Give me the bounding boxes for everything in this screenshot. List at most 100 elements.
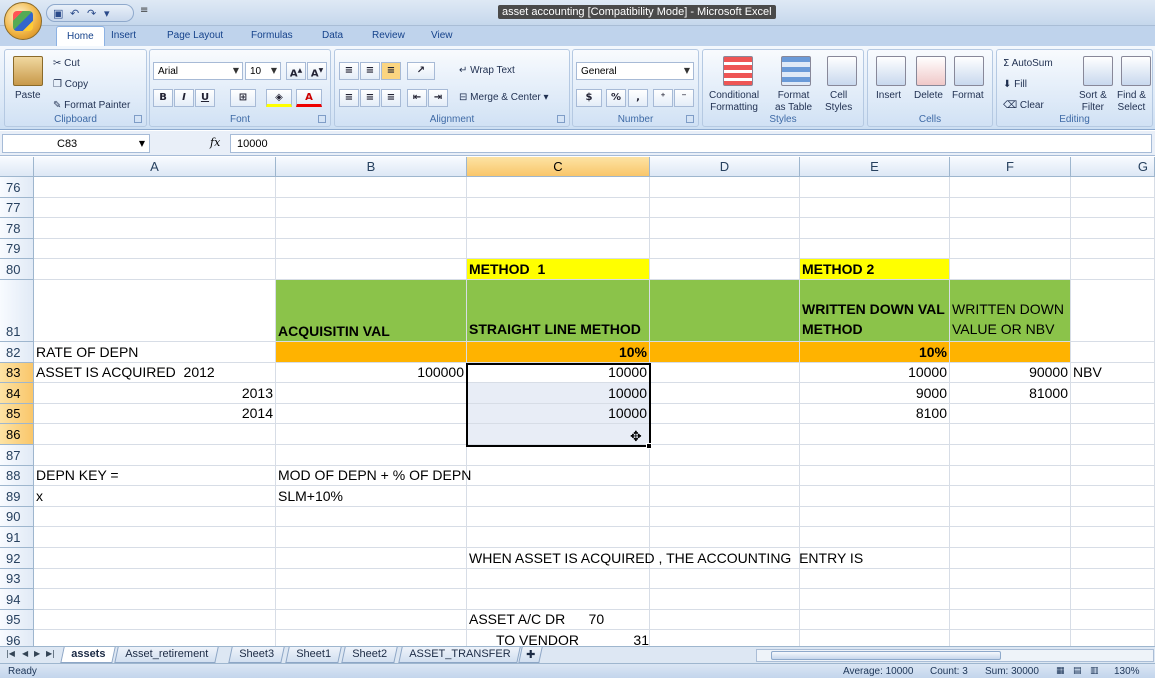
tab-home[interactable]: Home — [56, 26, 105, 46]
merge-center-button[interactable]: ⊟ Merge & Center ▾ — [459, 92, 549, 103]
sort-filter-icon[interactable] — [1083, 56, 1113, 86]
align-right-icon[interactable]: ≡ — [381, 89, 401, 107]
cell-g89[interactable] — [1071, 486, 1155, 507]
row-header-81[interactable]: 81 — [0, 280, 34, 342]
cell-c84[interactable]: 10000 — [467, 383, 650, 404]
cell-b86[interactable] — [276, 424, 467, 445]
row-header-92[interactable]: 92 — [0, 548, 34, 569]
cell-f81[interactable]: WRITTEN DOWN VALUE OR NBV — [950, 280, 1071, 342]
cell-g76[interactable] — [1071, 177, 1155, 198]
cell-e78[interactable] — [800, 218, 950, 239]
cell-c86[interactable] — [467, 424, 650, 445]
cell-e80[interactable]: METHOD 2 — [800, 259, 950, 280]
cell-g82[interactable] — [1071, 342, 1155, 363]
cell-f92[interactable] — [950, 548, 1071, 569]
row-header-91[interactable]: 91 — [0, 527, 34, 548]
delete-button[interactable]: Delete — [914, 90, 943, 101]
cell-a77[interactable] — [34, 197, 276, 219]
bold-button[interactable]: B — [153, 89, 173, 107]
cell-d83[interactable] — [650, 362, 800, 384]
cell-d90[interactable] — [650, 506, 800, 528]
cut-button[interactable]: ✂ Cut — [53, 58, 80, 69]
wrap-text-button[interactable]: ↵ Wrap Text — [459, 65, 515, 76]
cell-d87[interactable] — [650, 445, 800, 466]
fx-icon[interactable]: fx — [210, 136, 220, 149]
comma-button[interactable]: , — [628, 89, 648, 107]
insert-cells-icon[interactable] — [876, 56, 906, 86]
cell-a76[interactable] — [34, 177, 276, 198]
cell-f78[interactable] — [950, 218, 1071, 239]
conditional-formatting-button[interactable]: Conditional Formatting — [709, 90, 759, 114]
row-header-88[interactable]: 88 — [0, 465, 34, 487]
horizontal-scrollbar[interactable] — [756, 649, 1154, 662]
cell-a82[interactable]: RATE OF DEPN — [34, 342, 276, 363]
cell-b88[interactable]: MOD OF DEPN + % OF DEPN — [276, 465, 471, 487]
percent-button[interactable]: % — [606, 89, 626, 107]
cell-f90[interactable] — [950, 506, 1071, 528]
cell-e84[interactable]: 9000 — [800, 383, 950, 404]
cell-c90[interactable] — [467, 506, 650, 528]
cell-e91[interactable] — [800, 527, 950, 548]
cell-e89[interactable] — [800, 486, 950, 507]
cell-d86[interactable] — [650, 424, 800, 445]
align-left-icon[interactable]: ≡ — [339, 89, 359, 107]
cell-c88[interactable] — [467, 465, 650, 487]
grow-font-button[interactable]: A▲ — [286, 62, 306, 80]
cell-a81[interactable] — [34, 280, 276, 342]
cell-b77[interactable] — [276, 197, 467, 219]
column-header-c[interactable]: C — [467, 157, 650, 177]
cell-f88[interactable] — [950, 465, 1071, 487]
cell-f77[interactable] — [950, 197, 1071, 219]
sheet-tab-sheet2[interactable]: Sheet2 — [341, 647, 398, 663]
column-header-e[interactable]: E — [800, 157, 950, 177]
shrink-font-button[interactable]: A▼ — [307, 62, 327, 80]
cell-b82[interactable] — [276, 342, 467, 363]
column-header-f[interactable]: F — [950, 157, 1071, 177]
cell-c78[interactable] — [467, 218, 650, 239]
dialog-launcher-icon[interactable] — [134, 115, 142, 123]
row-header-89[interactable]: 89 — [0, 486, 34, 507]
cell-f76[interactable] — [950, 177, 1071, 198]
cell-g96[interactable] — [1071, 630, 1155, 646]
cell-b83[interactable]: 100000 — [276, 362, 467, 384]
cell-a93[interactable] — [34, 568, 276, 590]
cell-b94[interactable] — [276, 589, 467, 610]
cell-styles-button[interactable]: Cell Styles — [825, 90, 852, 114]
cell-d78[interactable] — [650, 218, 800, 239]
delete-cells-icon[interactable] — [916, 56, 946, 86]
cell-b81[interactable]: ACQUISITIN VAL — [276, 280, 467, 342]
cell-d91[interactable] — [650, 527, 800, 548]
cell-c87[interactable] — [467, 445, 650, 466]
cell-c85[interactable]: 10000 — [467, 403, 650, 425]
cell-e93[interactable] — [800, 568, 950, 590]
cell-b95[interactable] — [276, 609, 467, 631]
customize-toolbar-icon[interactable]: ≡ — [140, 5, 148, 16]
cell-a87[interactable] — [34, 445, 276, 466]
cell-e95[interactable] — [800, 609, 950, 631]
cell-e96[interactable] — [800, 630, 950, 646]
save-icon[interactable]: ▣ — [53, 8, 64, 19]
cell-e76[interactable] — [800, 177, 950, 198]
column-header-a[interactable]: A — [34, 157, 276, 177]
autosum-button[interactable]: Σ AutoSum — [1003, 58, 1053, 69]
decrease-decimal-icon[interactable]: ⁻ — [674, 89, 694, 107]
page-layout-view-icon[interactable]: ▤ — [1073, 666, 1082, 676]
decrease-indent-icon[interactable]: ⇤ — [407, 89, 427, 107]
cell-d76[interactable] — [650, 177, 800, 198]
cell-e87[interactable] — [800, 445, 950, 466]
cell-f95[interactable] — [950, 609, 1071, 631]
cell-d84[interactable] — [650, 383, 800, 404]
cell-g87[interactable] — [1071, 445, 1155, 466]
sheet-tab-asset-transfer[interactable]: ASSET_TRANSFER — [398, 647, 522, 663]
cell-f93[interactable] — [950, 568, 1071, 590]
cell-c92[interactable]: WHEN ASSET IS ACQUIRED , THE ACCOUNTING … — [467, 548, 863, 569]
cell-styles-icon[interactable] — [827, 56, 857, 86]
cell-b91[interactable] — [276, 527, 467, 548]
cell-a86[interactable] — [34, 424, 276, 445]
cell-g88[interactable] — [1071, 465, 1155, 487]
dialog-launcher-icon[interactable] — [686, 115, 694, 123]
dialog-launcher-icon[interactable] — [557, 115, 565, 123]
font-color-icon[interactable]: A — [296, 89, 322, 107]
cell-a78[interactable] — [34, 218, 276, 239]
align-center-icon[interactable]: ≡ — [360, 89, 380, 107]
